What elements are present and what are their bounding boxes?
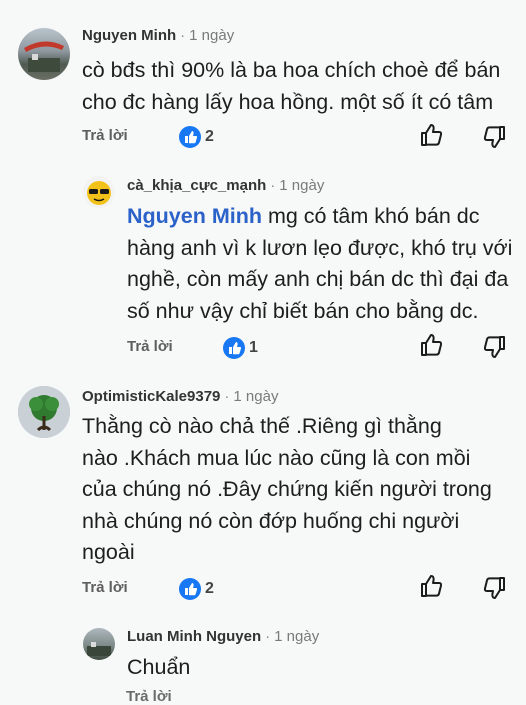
like-reaction-icon[interactable] bbox=[179, 578, 201, 600]
avatar[interactable] bbox=[83, 628, 115, 660]
reply-button[interactable]: Trả lời bbox=[82, 579, 128, 596]
comment-text: Chuẩn bbox=[127, 655, 191, 679]
comment-time: 1 ngày bbox=[274, 628, 320, 645]
avatar[interactable] bbox=[18, 28, 70, 80]
comment-time: 1 ngày bbox=[233, 388, 279, 405]
comment-author[interactable]: Nguyen Minh bbox=[82, 27, 176, 44]
comment-time: 1 ngày bbox=[189, 27, 235, 44]
comment-author[interactable]: Luan Minh Nguyen bbox=[127, 628, 261, 645]
comment-author[interactable]: cà_khịa_cực_mạnh bbox=[127, 177, 266, 194]
comment-text: cò bđs thì 90% là ba hoa chích choè để b… bbox=[82, 58, 501, 114]
separator-dot: · bbox=[270, 177, 276, 194]
reply-button[interactable]: Trả lời bbox=[126, 688, 172, 705]
like-reaction-icon[interactable] bbox=[179, 126, 201, 148]
comment-author[interactable]: OptimisticKale9379 bbox=[82, 388, 220, 405]
reply-button[interactable]: Trả lời bbox=[127, 338, 173, 355]
thumbs-down-icon[interactable] bbox=[481, 124, 507, 150]
reaction-count: 2 bbox=[205, 128, 214, 145]
thumbs-down-icon[interactable] bbox=[481, 575, 507, 601]
comment-text: Thằng cò nào chả thế .Riêng gì thằng nào… bbox=[82, 414, 492, 564]
reply-button[interactable]: Trả lời bbox=[82, 127, 128, 144]
separator-dot: · bbox=[180, 27, 186, 44]
like-reaction-icon[interactable] bbox=[223, 337, 245, 359]
separator-dot: · bbox=[224, 388, 230, 405]
thumbs-down-icon[interactable] bbox=[481, 334, 507, 360]
reaction-count: 2 bbox=[205, 580, 214, 597]
separator-dot: · bbox=[265, 628, 271, 645]
mention-link[interactable]: Nguyen Minh bbox=[127, 204, 262, 228]
comment-text: Nguyen Minh mg có tâm khó bán dc hàng an… bbox=[127, 201, 512, 327]
thumbs-up-icon[interactable] bbox=[419, 332, 445, 358]
avatar[interactable] bbox=[18, 386, 70, 438]
thumbs-up-icon[interactable] bbox=[419, 122, 445, 148]
avatar[interactable] bbox=[83, 176, 115, 208]
thumbs-up-icon[interactable] bbox=[419, 573, 445, 599]
comment-time: 1 ngày bbox=[279, 177, 325, 194]
reaction-count: 1 bbox=[249, 339, 258, 356]
